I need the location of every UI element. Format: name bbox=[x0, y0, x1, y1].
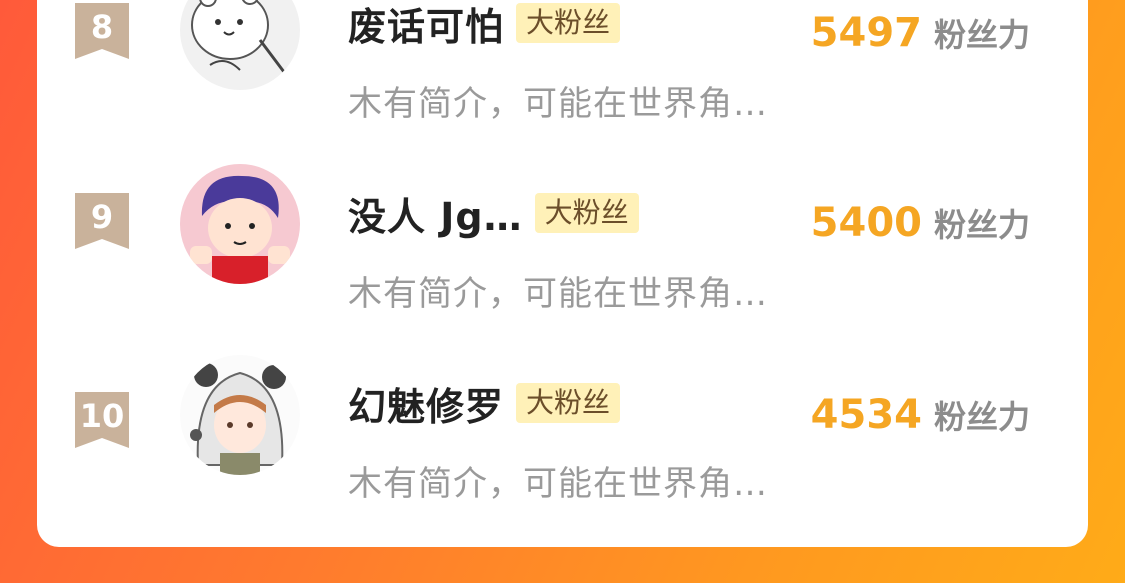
fan-power-label: 粉丝力 bbox=[933, 16, 1030, 54]
fan-level-tag: 大粉丝 bbox=[516, 383, 621, 423]
ranking-row[interactable]: 10 幻魅修罗 大粉丝 木有简介，可能在世界角… 4534 粉丝力 bbox=[37, 340, 1088, 504]
score-line: 5400 粉丝力 bbox=[811, 200, 1030, 246]
name-line: 废话可怕 大粉丝 bbox=[348, 0, 621, 51]
user-name[interactable]: 废话可怕 bbox=[348, 0, 504, 51]
rank-badge: 9 bbox=[75, 193, 129, 249]
fan-power-label: 粉丝力 bbox=[933, 398, 1030, 436]
anime-panda-hood-avatar-icon bbox=[180, 355, 300, 475]
rank-number: 10 bbox=[79, 397, 125, 435]
user-description: 木有简介，可能在世界角… bbox=[348, 84, 768, 124]
avatar[interactable] bbox=[180, 355, 300, 475]
score-line: 5497 粉丝力 bbox=[811, 10, 1030, 56]
avatar[interactable] bbox=[180, 164, 300, 284]
rank-number: 9 bbox=[90, 198, 114, 236]
name-line: 幻魅修罗 大粉丝 bbox=[348, 376, 621, 431]
fan-power-score: 5497 bbox=[810, 10, 922, 56]
cartoon-bear-avatar-icon bbox=[180, 0, 300, 90]
rank-number: 8 bbox=[90, 8, 114, 46]
rank-badge: 8 bbox=[75, 3, 129, 59]
avatar[interactable] bbox=[180, 0, 300, 90]
user-description: 木有简介，可能在世界角… bbox=[348, 274, 768, 314]
ranking-row[interactable]: 8 废话可怕 大粉丝 木有简介，可能在世界角… 5497 粉丝力 bbox=[37, 0, 1088, 124]
fan-power-label: 粉丝力 bbox=[933, 206, 1030, 244]
rank-badge: 10 bbox=[75, 392, 129, 448]
ranking-row[interactable]: 9 没人 Jg… 大粉丝 木有简介，可能在世界角… 5400 粉丝力 bbox=[37, 150, 1088, 314]
fan-level-tag: 大粉丝 bbox=[534, 193, 639, 233]
fan-ranking-card: 8 废话可怕 大粉丝 木有简介，可能在世界角… 5497 粉丝力 9 没人 Jg… bbox=[37, 0, 1088, 547]
user-name[interactable]: 幻魅修罗 bbox=[348, 376, 504, 431]
user-name[interactable]: 没人 Jg… bbox=[348, 186, 523, 241]
fan-level-tag: 大粉丝 bbox=[516, 3, 621, 43]
cartoon-boy-avatar-icon bbox=[180, 164, 300, 284]
name-line: 没人 Jg… 大粉丝 bbox=[348, 186, 639, 241]
fan-power-score: 4534 bbox=[810, 392, 922, 438]
score-line: 4534 粉丝力 bbox=[811, 392, 1030, 438]
fan-power-score: 5400 bbox=[810, 200, 922, 246]
user-description: 木有简介，可能在世界角… bbox=[348, 464, 768, 504]
